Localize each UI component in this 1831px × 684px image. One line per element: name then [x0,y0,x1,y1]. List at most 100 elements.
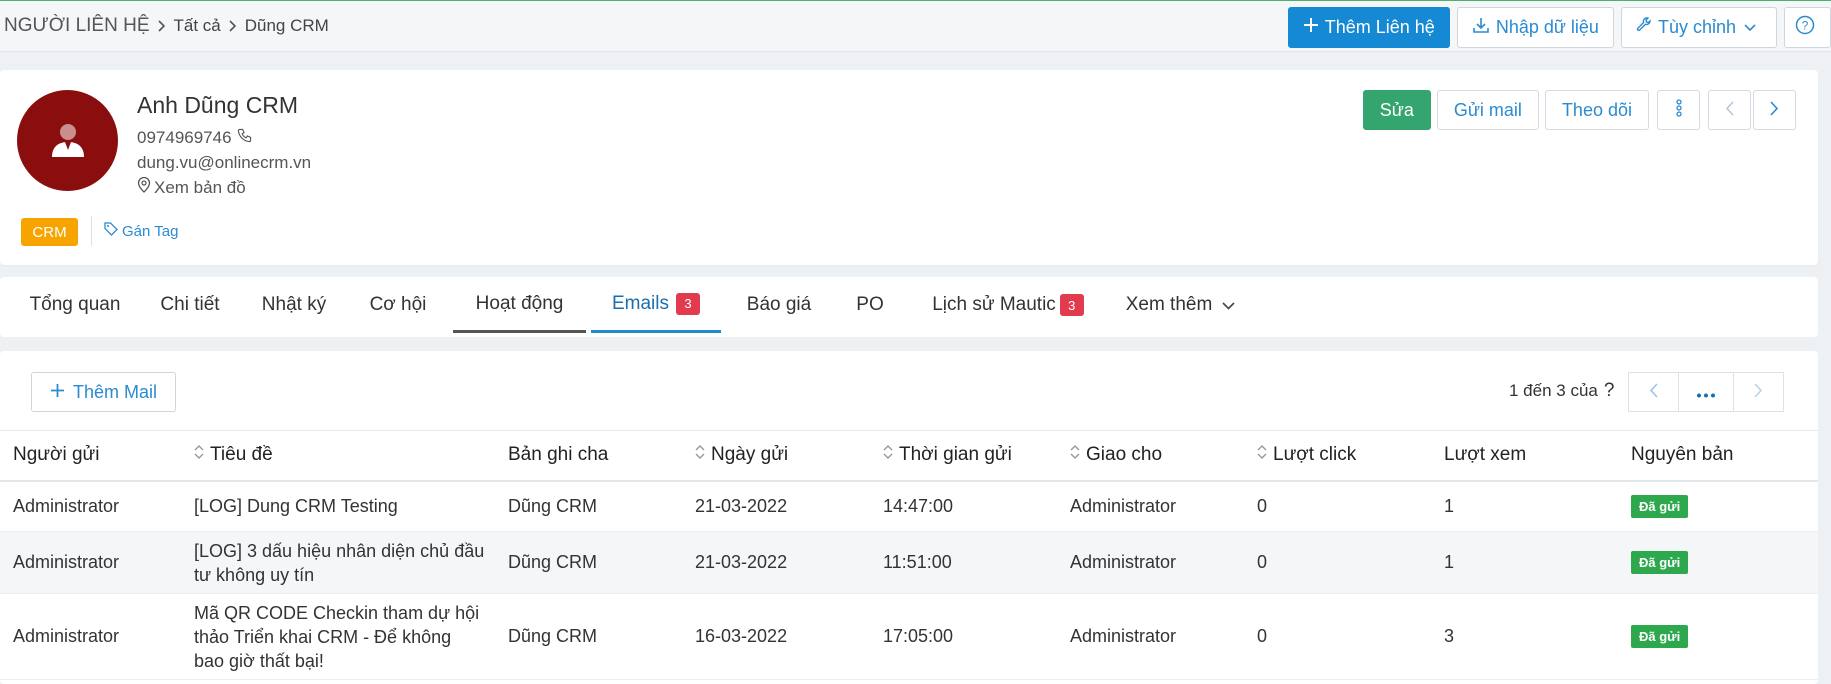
top-actions: Thêm Liên hệ Nhập dữ liệu Tùy chỉnh ? [1281,7,1831,48]
tab-label: Emails [611,292,669,314]
cell-subject[interactable]: Mã QR CODE Checkin tham dự hội thảo Triể… [181,593,495,680]
column-header-subject[interactable]: Tiêu đề [181,430,495,482]
tab-label: Chi tiết [160,294,220,315]
user-icon [51,123,84,157]
column-header-date[interactable]: Ngày gửi [682,430,870,482]
tag-badge[interactable]: CRM [21,218,78,246]
tab-log[interactable]: Nhật ký [250,277,338,333]
plus-icon [1303,17,1325,38]
next-record-button[interactable] [1753,90,1796,130]
sort-icon [194,444,204,466]
cell-subject[interactable]: [LOG] 3 dấu hiệu nhân diện chủ đầu tư kh… [181,531,495,594]
tab-label: PO [856,294,884,315]
view-map-label: Xem bản đồ [154,177,246,197]
tab-emails[interactable]: Emails 3 [591,277,721,333]
send-mail-button[interactable]: Gửi mail [1436,90,1539,130]
status-badge: Đã gửi [1631,625,1689,648]
cell-sender: Administrator [0,531,181,594]
emails-table: Người gửi Tiêu đề Bản ghi cha Ngày gửi T… [0,430,1818,680]
cell-sender: Administrator [0,593,181,680]
cell-subject[interactable]: [LOG] Dung CRM Testing [181,480,495,532]
pagination-help[interactable]: ? [1604,380,1615,402]
cell-parent[interactable]: Dũng CRM [495,531,682,594]
tag-icon [104,222,122,240]
import-data-button[interactable]: Nhập dữ liệu [1456,7,1614,48]
column-header-views[interactable]: Lượt xem [1431,430,1618,482]
tab-opportunities[interactable]: Cơ hội [358,277,438,333]
cell-clicks: 0 [1244,531,1431,594]
tab-label: Nhật ký [261,294,327,315]
tab-label: Báo giá [746,294,812,315]
pagination-summary: 1 đến 3 của ? [1509,380,1614,402]
contact-email[interactable]: dung.vu@onlinecrm.vn [137,153,311,173]
table-row[interactable]: Administrator [LOG] Dung CRM Testing Dũn… [0,480,1818,532]
cell-assigned: Administrator [1057,480,1244,532]
help-button[interactable]: ? [1784,7,1831,48]
cell-time: 11:51:00 [870,531,1057,594]
top-bar: NGƯỜI LIÊN HỆ Tất cả Dũng CRM Thêm Liên … [0,1,1831,52]
cell-time: 17:05:00 [870,593,1057,680]
column-header-assigned[interactable]: Giao cho [1057,430,1244,482]
chevron-down-icon [1744,23,1762,32]
add-mail-label: Thêm Mail [72,381,157,402]
column-header-sender[interactable]: Người gửi [0,430,181,482]
column-header-time[interactable]: Thời gian gửi [870,430,1057,482]
status-badge: Đã gửi [1631,494,1689,518]
breadcrumb: NGƯỜI LIÊN HỆ Tất cả Dũng CRM [4,15,329,37]
column-header-original[interactable]: Nguyên bản [1618,430,1818,482]
tab-quotes[interactable]: Báo giá [738,277,820,333]
svg-text:?: ? [1801,19,1808,33]
avatar [17,90,118,191]
count-badge: 3 [676,292,700,315]
customize-button[interactable]: Tùy chỉnh [1620,7,1777,48]
breadcrumb-root[interactable]: NGƯỜI LIÊN HỆ [4,15,150,37]
edit-button[interactable]: Sửa [1362,90,1431,130]
tab-label: Cơ hội [369,294,427,315]
add-mail-button[interactable]: Thêm Mail [31,372,176,412]
table-row[interactable]: Administrator [LOG] 3 dấu hiệu nhân diện… [0,531,1818,594]
table-row[interactable]: Administrator Mã QR CODE Checkin tham dự… [0,593,1818,680]
breadcrumb-all[interactable]: Tất cả [174,16,221,36]
tab-mautic-history[interactable]: Lịch sử Mautic 3 [928,277,1088,333]
add-tag-link[interactable]: Gán Tag [104,222,178,240]
contact-profile-card: Anh Dũng CRM 0974969746 dung.vu@onlinecr… [0,70,1818,265]
tab-po[interactable]: PO [845,277,895,333]
chevron-left-icon [1649,382,1658,403]
cell-views: 3 [1431,593,1618,680]
tab-details[interactable]: Chi tiết [150,277,230,333]
tab-more[interactable]: Xem thêm [1118,277,1243,333]
page-more-button[interactable] [1678,372,1734,412]
column-header-parent[interactable]: Bản ghi cha [495,430,682,482]
column-header-clicks[interactable]: Lượt click [1244,430,1431,482]
cell-original: Đã gửi [1618,593,1818,680]
pagination-text: 1 đến 3 của [1509,381,1598,400]
emails-panel: Thêm Mail 1 đến 3 của ? Người gửi Tiêu đ… [0,351,1818,684]
help-icon: ? [1795,15,1821,40]
tab-label: Hoạt động [475,292,564,314]
cell-assigned: Administrator [1057,593,1244,680]
cell-time: 14:47:00 [870,480,1057,532]
phone-icon [232,128,252,148]
chevron-right-icon [1770,100,1779,121]
prev-page-button[interactable] [1628,372,1679,412]
previous-record-button[interactable] [1708,90,1751,130]
profile-actions: Sửa Gửi mail Theo dõi [1357,90,1796,130]
cell-parent[interactable]: Dũng CRM [495,480,682,532]
contact-phone[interactable]: 0974969746 [137,128,252,148]
breadcrumb-current: Dũng CRM [244,16,329,35]
chevron-right-icon [1754,382,1763,403]
more-options-button[interactable] [1657,90,1700,130]
add-contact-button[interactable]: Thêm Liên hệ [1287,7,1450,48]
view-map-link[interactable]: Xem bản đồ [137,176,246,198]
cell-parent[interactable]: Dũng CRM [495,593,682,680]
cell-views: 1 [1431,531,1618,594]
tab-activities[interactable]: Hoạt động [453,277,586,333]
cell-date: 16-03-2022 [682,593,870,680]
import-label: Nhập dữ liệu [1495,17,1599,37]
tab-overview[interactable]: Tổng quan [20,277,130,333]
cell-views: 1 [1431,480,1618,532]
follow-button[interactable]: Theo dõi [1544,90,1649,130]
column-label: Giao cho [1086,444,1163,466]
next-page-button[interactable] [1733,372,1784,412]
cell-original: Đã gửi [1618,480,1818,532]
